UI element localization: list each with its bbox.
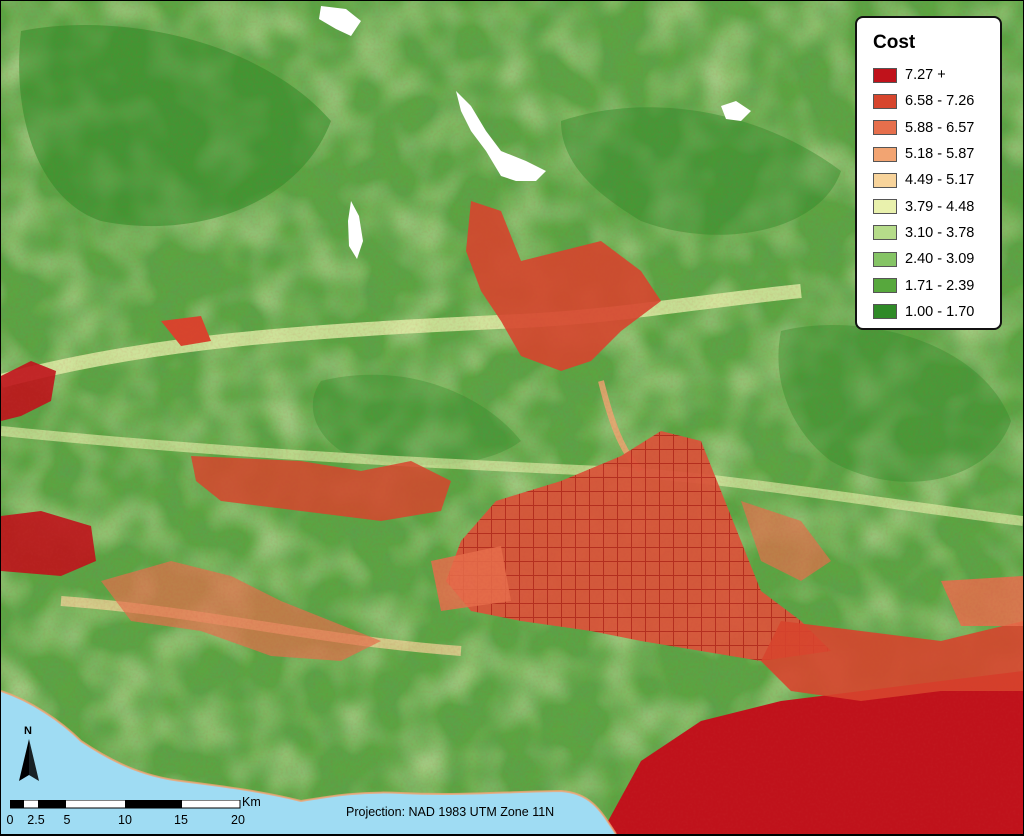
scale-bar: 0 2.5 5 10 15 20 Km (5, 795, 275, 834)
legend-label: 5.18 - 5.87 (905, 146, 975, 163)
legend-label: 3.79 - 4.48 (905, 198, 975, 215)
legend-item: 3.79 - 4.48 (873, 193, 990, 219)
legend-label: 4.49 - 5.17 (905, 172, 975, 189)
scale-tick-label: 5 (63, 813, 71, 827)
scale-tick-label: 15 (174, 813, 188, 827)
map-view[interactable]: Cost 7.27 + 6.58 - 7.26 5.88 - 6.57 5.18 - … (1, 1, 1023, 834)
legend-item: 7.27 + (873, 62, 990, 88)
scale-bar-graphic (10, 800, 241, 809)
legend-swatch (873, 199, 897, 215)
legend-label: 2.40 - 3.09 (905, 251, 975, 268)
legend: Cost 7.27 + 6.58 - 7.26 5.88 - 6.57 5.18 - … (855, 16, 1002, 330)
legend-item: 1.00 - 1.70 (873, 299, 990, 325)
legend-swatch (873, 146, 897, 162)
scale-unit: Km (242, 795, 261, 809)
legend-item: 3.10 - 3.78 (873, 220, 990, 246)
legend-label: 1.71 - 2.39 (905, 277, 975, 294)
legend-swatch (873, 278, 897, 294)
scale-tick-label: 0 (6, 813, 14, 827)
legend-item: 6.58 - 7.26 (873, 88, 990, 114)
legend-label: 6.58 - 7.26 (905, 93, 975, 110)
legend-label: 7.27 + (905, 67, 946, 84)
legend-swatch (873, 120, 897, 136)
north-arrow-icon: N (15, 725, 45, 787)
legend-swatch (873, 93, 897, 109)
scale-tick-label: 20 (231, 813, 245, 827)
scale-tick-label: 10 (118, 813, 132, 827)
legend-item: 4.49 - 5.17 (873, 167, 990, 193)
projection-label: Projection: NAD 1983 UTM Zone 11N (346, 805, 555, 819)
legend-label: 5.88 - 6.57 (905, 119, 975, 136)
legend-swatch (873, 251, 897, 267)
legend-label: 3.10 - 3.78 (905, 224, 975, 241)
legend-swatch (873, 304, 897, 320)
legend-swatch (873, 67, 897, 83)
legend-swatch (873, 225, 897, 241)
legend-item: 5.88 - 6.57 (873, 115, 990, 141)
legend-title: Cost (873, 32, 916, 53)
legend-label: 1.00 - 1.70 (905, 303, 975, 320)
legend-item: 5.18 - 5.87 (873, 141, 990, 167)
legend-item: 2.40 - 3.09 (873, 246, 990, 272)
legend-swatch (873, 172, 897, 188)
scale-tick-label: 2.5 (27, 813, 45, 827)
legend-item: 1.71 - 2.39 (873, 272, 990, 298)
